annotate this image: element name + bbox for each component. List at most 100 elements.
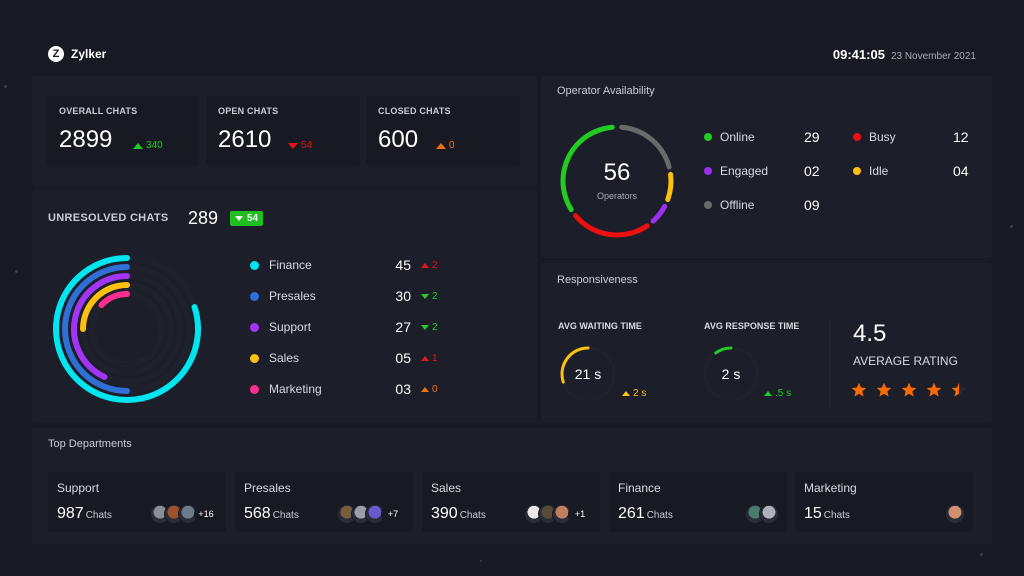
dept-name: Marketing: [269, 382, 322, 396]
chat-count-value: 390: [431, 505, 458, 522]
current-time: 09:41:05: [832, 46, 885, 62]
status-dot: [853, 133, 861, 141]
department-chat-count: 390 Chats: [431, 505, 486, 523]
arrow-up-icon: [764, 391, 772, 396]
department-chat-count: 261 Chats: [618, 505, 673, 523]
department-chat-count: 15 Chats: [804, 505, 850, 523]
avatar[interactable]: [759, 504, 779, 524]
status-value: 09: [804, 197, 820, 213]
unresolved-dept-row[interactable]: Presales 30 2: [250, 288, 450, 304]
rating-stars: [851, 382, 967, 398]
more-avatars-count[interactable]: +1: [568, 504, 592, 524]
top-departments-title: Top Departments: [48, 438, 132, 450]
top-bar: Z Zylker 09:41:05 23 November 2021: [48, 44, 976, 64]
dept-delta-value: 0: [432, 383, 438, 395]
dept-delta: 0: [421, 384, 438, 395]
dept-value: 30: [395, 288, 411, 304]
more-avatars-count[interactable]: +16: [194, 504, 218, 524]
operator-avatars[interactable]: +7: [337, 504, 405, 524]
brand[interactable]: Z Zylker: [48, 46, 106, 62]
dept-name: Presales: [269, 289, 316, 303]
status-value: 04: [953, 163, 969, 179]
avg-waiting-delta: 2 s: [622, 388, 646, 399]
department-name: Support: [57, 481, 100, 495]
more-avatars-count[interactable]: +7: [381, 504, 405, 524]
unresolved-dept-row[interactable]: Marketing 03 0: [250, 381, 450, 397]
dept-delta: 2: [421, 260, 438, 271]
kpi-card-overall[interactable]: OVERALL CHATS 2899 340: [47, 96, 199, 166]
department-chat-count: 568 Chats: [244, 505, 299, 523]
kpi-value: 2899: [59, 126, 113, 153]
dept-value: 27: [395, 319, 411, 335]
arrow-up-icon: [421, 262, 429, 268]
chats-suffix: Chats: [272, 510, 299, 521]
department-card-sales[interactable]: Sales 390 Chats +1: [422, 472, 600, 532]
chats-suffix: Chats: [646, 510, 673, 521]
department-card-presales[interactable]: Presales 568 Chats +7: [235, 472, 413, 532]
ring-segment-idle[interactable]: [665, 171, 674, 202]
ring-segment-busy[interactable]: [573, 213, 650, 238]
average-rating-label: AVERAGE RATING: [853, 354, 958, 368]
arrow-down-icon: [421, 324, 429, 330]
legend-dot: [250, 291, 259, 301]
ring-segment-engaged[interactable]: [650, 203, 668, 224]
chats-suffix: Chats: [459, 510, 486, 521]
status-dot: [704, 201, 712, 209]
star-half-icon: [951, 382, 967, 397]
arrow-up-icon: [421, 386, 429, 392]
operator-status-idle[interactable]: Idle 04: [853, 163, 969, 179]
operator-avatars[interactable]: +1: [524, 504, 592, 524]
legend-dot: [250, 353, 259, 363]
dept-value: 45: [395, 257, 411, 273]
operator-status-online[interactable]: Online 29: [704, 129, 820, 145]
legend-dot: [250, 384, 259, 394]
kpi-card-closed[interactable]: CLOSED CHATS 600 0: [366, 96, 520, 166]
radial-arc-marketing[interactable]: [98, 291, 130, 309]
operator-avatars[interactable]: [745, 504, 779, 524]
avg-response-value: 2 s: [721, 366, 741, 382]
avg-waiting-time-label: AVG WAITING TIME: [558, 321, 642, 331]
operator-status-offline[interactable]: Offline 09: [704, 197, 820, 213]
chat-count-value: 15: [804, 505, 822, 522]
dept-name: Sales: [269, 351, 300, 365]
department-card-finance[interactable]: Finance 261 Chats: [609, 472, 787, 532]
badge-value: 54: [247, 213, 259, 224]
department-card-support[interactable]: Support 987 Chats +16: [48, 472, 226, 532]
background-star: [15, 270, 18, 273]
operator-avatars[interactable]: +16: [150, 504, 218, 524]
dept-value: 03: [395, 381, 411, 397]
status-label: Idle: [869, 164, 889, 178]
arrow-up-icon: [622, 391, 630, 396]
kpi-delta: 340: [133, 140, 163, 151]
kpi-value: 2610: [218, 126, 272, 153]
operator-total-label: Operators: [596, 191, 638, 201]
unresolved-dept-row[interactable]: Support 27 2: [250, 319, 450, 335]
dept-delta-value: 2: [432, 321, 438, 333]
department-card-marketing[interactable]: Marketing 15 Chats: [795, 472, 973, 532]
arrow-down-icon: [288, 142, 298, 149]
kpi-value: 600: [378, 126, 419, 153]
status-label: Engaged: [720, 164, 769, 178]
kpi-delta: 54: [288, 140, 312, 151]
dept-delta: 2: [421, 322, 438, 333]
operator-status-busy[interactable]: Busy 12: [853, 129, 969, 145]
status-label: Online: [720, 130, 755, 144]
arrow-up-icon: [421, 355, 429, 361]
operator-status-engaged[interactable]: Engaged 02: [704, 163, 820, 179]
department-name: Marketing: [804, 481, 857, 495]
kpi-card-open[interactable]: OPEN CHATS 2610 54: [206, 96, 360, 166]
unresolved-dept-row[interactable]: Sales 05 1: [250, 350, 450, 366]
kpi-delta: 0: [436, 140, 455, 151]
dept-value: 05: [395, 350, 411, 366]
delta-value: .5 s: [775, 388, 792, 399]
unresolved-count: 289: [188, 208, 219, 228]
unresolved-dept-row[interactable]: Finance 45 2: [250, 257, 450, 273]
dept-name: Support: [269, 320, 312, 334]
avatar[interactable]: [945, 504, 965, 524]
background-star: [980, 553, 983, 556]
unresolved-title: UNRESOLVED CHATS: [48, 212, 169, 224]
status-dot: [704, 167, 712, 175]
operator-avatars[interactable]: [945, 504, 965, 524]
responsiveness-title: Responsiveness: [557, 274, 638, 286]
legend-dot: [250, 322, 259, 332]
